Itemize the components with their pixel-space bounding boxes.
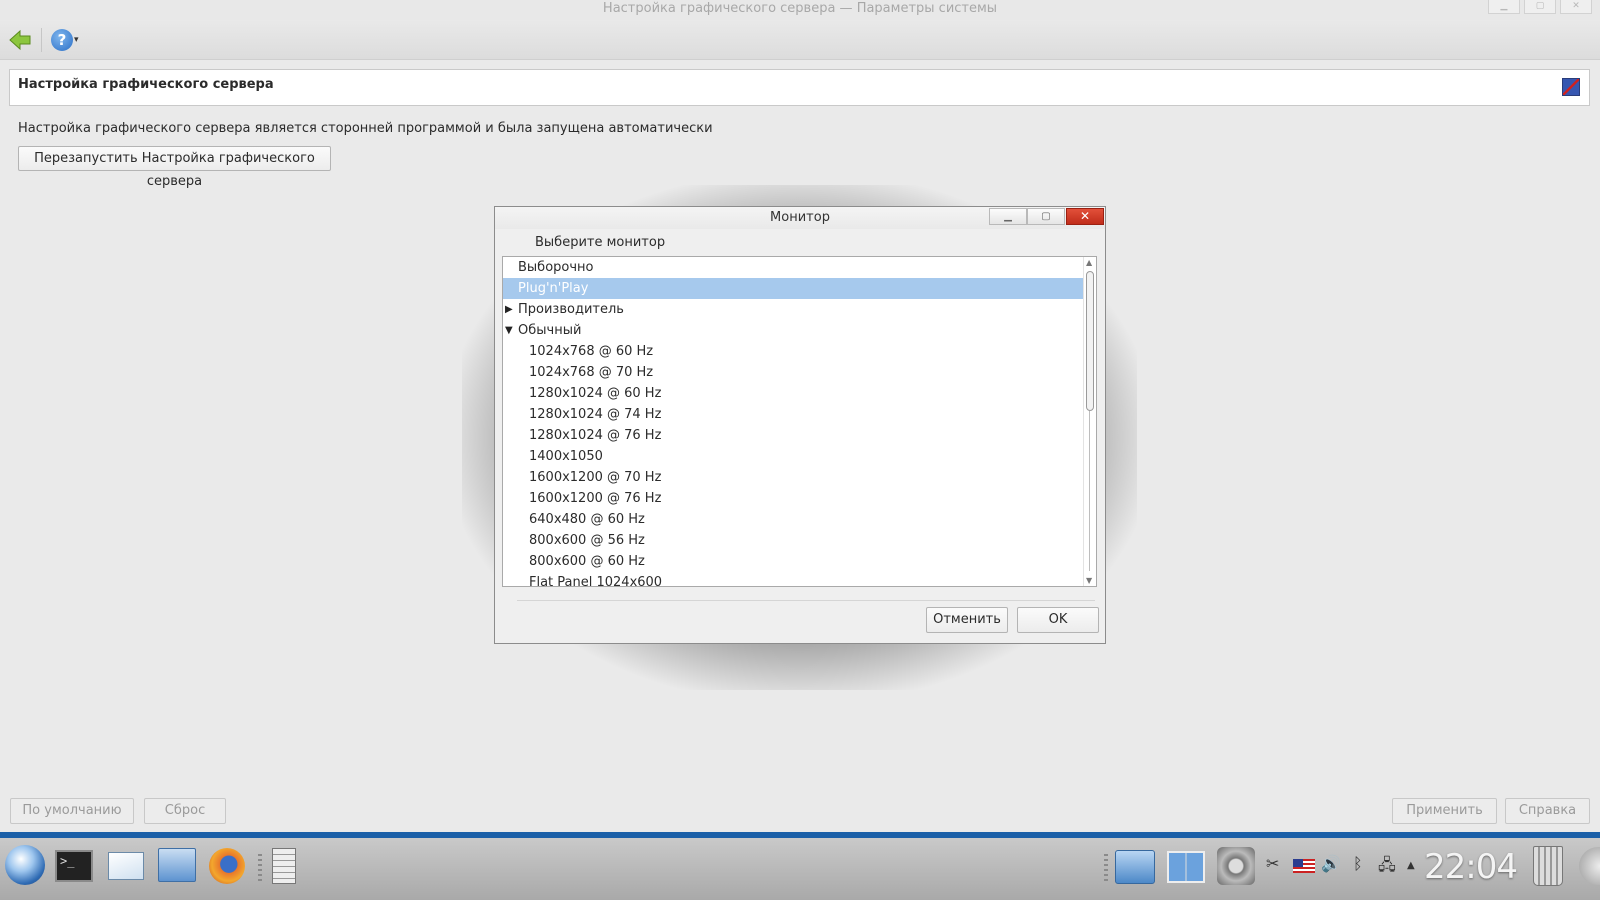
monitor-list-item-label: Flat Panel 1024x600 <box>529 575 663 587</box>
monitor-list-item[interactable]: 1024x768 @ 70 Hz <box>503 362 1096 383</box>
help-icon[interactable]: ? <box>51 29 73 51</box>
terminal-icon[interactable]: >_ <box>55 850 93 882</box>
dialog-maximize-button[interactable]: ▢ <box>1027 208 1065 225</box>
monitor-list-item[interactable]: ▶ Производитель <box>503 299 1096 320</box>
monitor-list-item-label: 1280x1024 @ 76 Hz <box>529 428 662 443</box>
monitor-list-item[interactable]: 1280x1024 @ 76 Hz <box>503 425 1096 446</box>
archive-icon[interactable] <box>272 848 296 884</box>
scrollbar-thumb[interactable] <box>1086 271 1094 411</box>
monitor-list-item[interactable]: 1024x768 @ 60 Hz <box>503 341 1096 362</box>
help-dropdown-icon[interactable]: ▾ <box>74 35 79 45</box>
virtual-desktops-icon[interactable] <box>1167 851 1205 883</box>
bluetooth-icon[interactable]: ᛒ <box>1353 854 1363 873</box>
module-title: Настройка графического сервера <box>18 77 274 92</box>
monitor-list-item[interactable]: ▼ Обычный <box>503 320 1096 341</box>
scroll-up-icon[interactable]: ▲ <box>1086 258 1092 267</box>
scroll-down-icon[interactable]: ▼ <box>1086 576 1092 585</box>
expand-arrow-icon[interactable]: ▶ <box>505 299 513 320</box>
monitor-list-item-label: 1024x768 @ 70 Hz <box>529 365 654 380</box>
monitor-list-item[interactable]: Plug'n'Play <box>503 278 1085 299</box>
dialog-minimize-button[interactable]: ▁ <box>989 208 1027 225</box>
network-icon[interactable]: 🖧 <box>1378 854 1396 881</box>
keyboard-layout-flag-icon[interactable] <box>1293 859 1315 873</box>
dialog-separator <box>517 600 1095 601</box>
monitor-list-item[interactable]: 640x480 @ 60 Hz <box>503 509 1096 530</box>
monitor-list-item[interactable]: Выборочно <box>503 257 1096 278</box>
monitor-list-item-label: 1280x1024 @ 74 Hz <box>529 407 662 422</box>
maximize-button[interactable]: ▢ <box>1524 0 1556 14</box>
monitor-list-item[interactable]: 1280x1024 @ 74 Hz <box>503 404 1096 425</box>
info-text: Настройка графического сервера является … <box>18 121 713 136</box>
monitor-list-item-label: Выборочно <box>518 260 594 275</box>
restart-button[interactable]: Перезапустить Настройка графического сер… <box>18 146 331 189</box>
show-desktop-icon[interactable] <box>1579 847 1600 885</box>
toolbar: ? ▾ <box>0 20 1600 60</box>
system-settings-icon[interactable] <box>1217 847 1255 885</box>
monitor-list-item-label: 1024x768 @ 60 Hz <box>529 344 654 359</box>
clock[interactable]: 22:04 <box>1424 847 1518 887</box>
monitor-list-item-label: Plug'n'Play <box>518 281 589 296</box>
trash-icon[interactable] <box>1533 846 1563 886</box>
start-menu-icon[interactable] <box>5 845 45 885</box>
monitor-list-item-label: 1600x1200 @ 70 Hz <box>529 470 662 485</box>
monitor-list-item-label: Обычный <box>518 323 582 338</box>
cancel-button[interactable]: Отменить <box>926 607 1008 633</box>
monitor-list-item-label: Производитель <box>518 302 624 317</box>
monitor-list-item-label: 1280x1024 @ 60 Hz <box>529 386 662 401</box>
close-button[interactable]: ✕ <box>1560 0 1592 14</box>
module-header: Настройка графического сервера <box>9 69 1590 106</box>
monitor-list-item[interactable]: Flat Panel 1024x600 <box>503 572 1096 587</box>
taskbar-grip <box>258 854 262 884</box>
monitor-list-item-label: 1600x1200 @ 76 Hz <box>529 491 662 506</box>
window-title: Настройка графического сервера — Парамет… <box>602 1 998 16</box>
monitor-list-item[interactable]: 1400x1050 <box>503 446 1096 467</box>
monitor-list-item-label: 800x600 @ 56 Hz <box>529 533 645 548</box>
taskbar-grip <box>1104 854 1108 884</box>
toolbar-separator <box>41 28 42 52</box>
file-manager-icon[interactable] <box>158 848 196 882</box>
dialog-prompt: Выберите монитор <box>535 235 666 250</box>
reset-button[interactable]: Сброс <box>144 798 226 824</box>
ok-button[interactable]: OK <box>1017 607 1099 633</box>
mail-icon[interactable] <box>108 852 144 880</box>
dialog-close-button[interactable]: ✕ <box>1066 208 1104 225</box>
minimize-button[interactable]: ▁ <box>1488 0 1520 14</box>
monitor-list-item-label: 1400x1050 <box>529 449 603 464</box>
monitor-list-item[interactable]: 800x600 @ 56 Hz <box>503 530 1096 551</box>
scrollbar-track <box>1089 411 1091 571</box>
clipboard-scissors-icon[interactable]: ✂ <box>1266 854 1279 873</box>
monitor-list[interactable]: Выборочно Plug'n'Play ▶ Производитель ▼ Обычн… <box>502 256 1097 587</box>
collapse-arrow-icon[interactable]: ▼ <box>505 320 513 341</box>
taskbar: >_ ✂ 🔊 ᛒ 🖧 ▲ 22:04 <box>0 832 1600 900</box>
back-arrow-icon[interactable] <box>8 28 32 52</box>
volume-icon[interactable]: 🔊 <box>1321 854 1341 873</box>
dialog-title: Монитор <box>770 210 830 225</box>
monitor-list-item[interactable]: 800x600 @ 60 Hz <box>503 551 1096 572</box>
apply-button[interactable]: Применить <box>1392 798 1497 824</box>
home-folder-icon[interactable] <box>1115 850 1155 884</box>
help-button[interactable]: Справка <box>1505 798 1590 824</box>
monitor-list-rows: Выборочно Plug'n'Play ▶ Производитель ▼ Обычн… <box>503 257 1096 587</box>
monitor-list-item[interactable]: 1600x1200 @ 70 Hz <box>503 467 1096 488</box>
tray-expand-icon[interactable]: ▲ <box>1407 860 1415 871</box>
monitor-list-item[interactable]: 1280x1024 @ 60 Hz <box>503 383 1096 404</box>
monitor-list-item-label: 640x480 @ 60 Hz <box>529 512 645 527</box>
firefox-icon[interactable] <box>209 848 245 884</box>
window-titlebar[interactable]: Настройка графического сервера — Парамет… <box>0 0 1600 20</box>
defaults-button[interactable]: По умолчанию <box>10 798 134 824</box>
x-server-icon <box>1562 78 1580 96</box>
monitor-list-item[interactable]: 1600x1200 @ 76 Hz <box>503 488 1096 509</box>
list-scrollbar[interactable]: ▲ ▼ <box>1083 257 1096 586</box>
monitor-list-item-label: 800x600 @ 60 Hz <box>529 554 645 569</box>
monitor-dialog: Монитор ▁ ▢ ✕ Выберите монитор Выборочно… <box>494 206 1106 644</box>
